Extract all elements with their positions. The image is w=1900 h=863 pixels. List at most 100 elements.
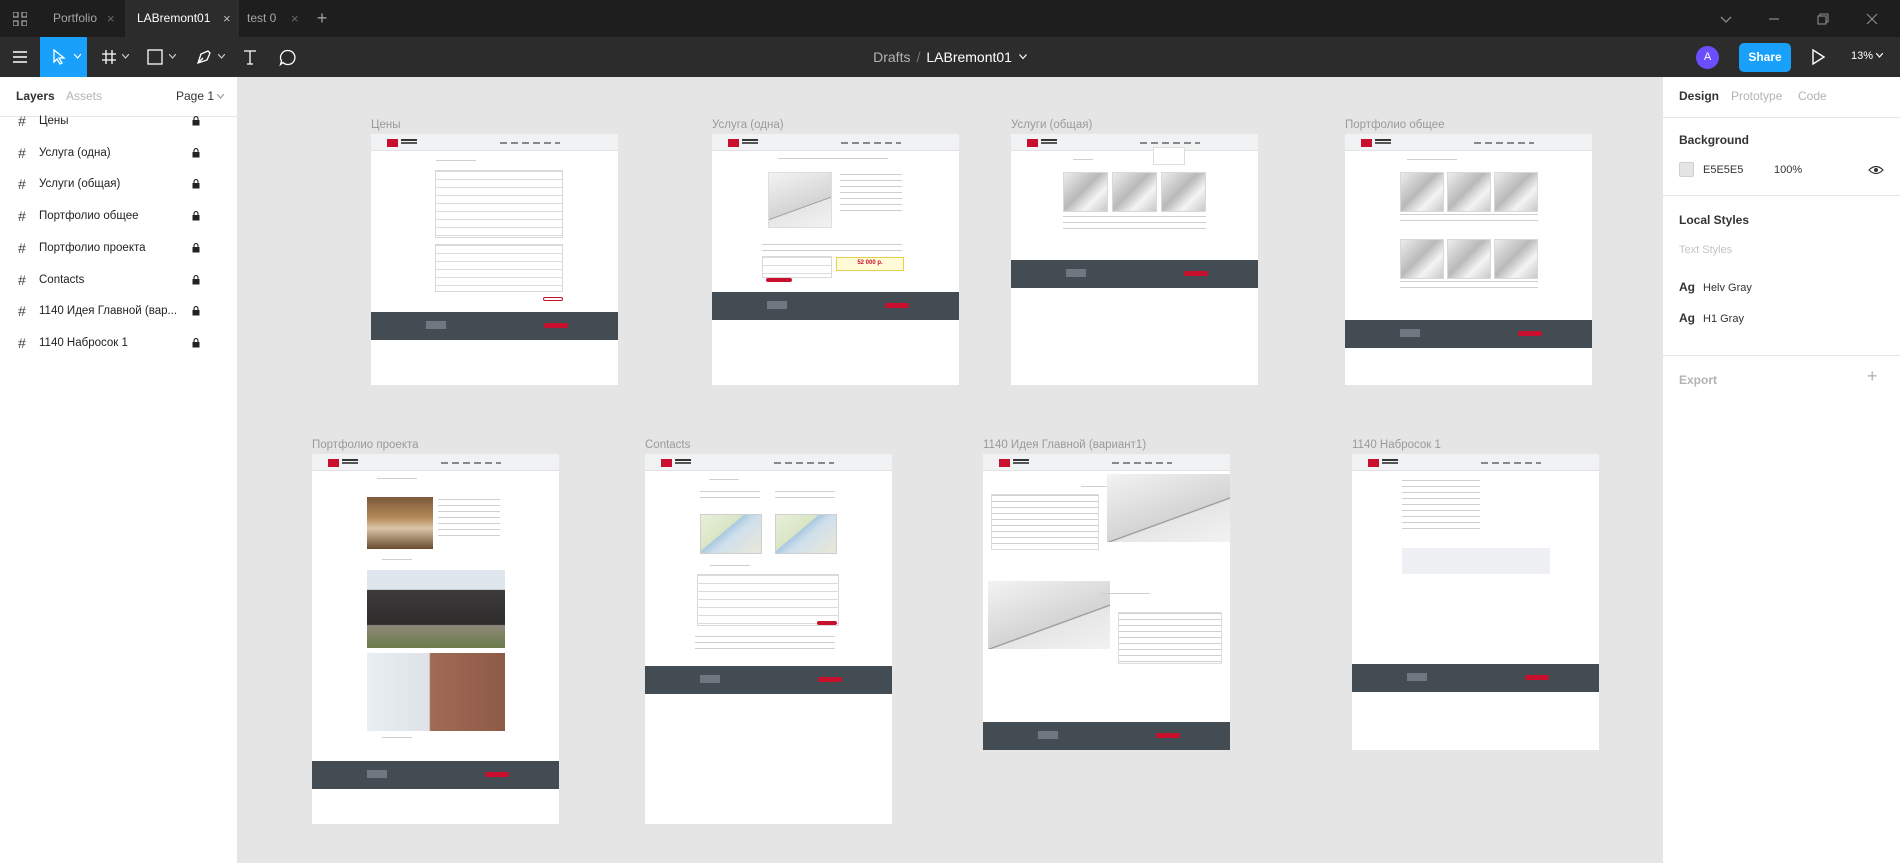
frame-ceny[interactable] [371, 134, 618, 385]
add-export-plus-icon[interactable]: + [1867, 366, 1878, 387]
frame-1140-nabrosok-1[interactable] [1352, 454, 1599, 750]
tab-design[interactable]: Design [1679, 89, 1719, 103]
layer-item[interactable]: # Портфолио проекта [0, 233, 237, 264]
frame-label-portfolio-proekta[interactable]: Портфолио проекта [312, 439, 419, 451]
price-table [435, 244, 563, 292]
lock-icon[interactable] [192, 337, 200, 348]
frame-label-portfolio-obshee[interactable]: Портфолио общее [1345, 119, 1445, 131]
layer-item[interactable]: #1140 Набросок 1 [0, 328, 237, 359]
layer-item[interactable]: # Contacts [0, 265, 237, 296]
site-header [983, 454, 1230, 471]
comment-tool-button[interactable] [275, 37, 301, 77]
lock-icon[interactable] [192, 116, 200, 126]
frame-portfolio-obshee[interactable] [1345, 134, 1592, 385]
chevron-down-icon[interactable] [1018, 54, 1027, 60]
layer-label: Contacts [39, 273, 85, 286]
lock-icon[interactable] [192, 147, 200, 158]
frame-label-usluga-odna[interactable]: Услуга (одна) [712, 119, 784, 131]
lock-icon[interactable] [192, 211, 200, 221]
lock-icon[interactable] [192, 242, 200, 253]
tab-test0[interactable]: test 0 × [235, 0, 307, 37]
page-selector[interactable]: Page 1 [176, 89, 225, 103]
text-style-helv-gray[interactable]: Ag Helv Gray [1679, 280, 1752, 294]
office-address [775, 491, 835, 499]
local-styles-title: Local Styles [1679, 213, 1750, 227]
layer-item[interactable]: # Услуга (одна) [0, 138, 237, 169]
move-tool-button[interactable] [40, 37, 87, 77]
file-name[interactable]: LABremont01 [926, 49, 1012, 65]
eye-visibility-icon[interactable] [1868, 165, 1884, 175]
text-style-name: Helv Gray [1703, 282, 1752, 294]
frame-label-1140-nabrosok[interactable]: 1140 Набросок 1 [1352, 439, 1441, 451]
background-opacity-input[interactable]: 100% [1774, 164, 1802, 176]
layer-item[interactable]: # Портфолио общее [0, 201, 237, 232]
tab-label: LABremont01 [137, 11, 211, 25]
pen-tool-button[interactable] [192, 37, 232, 77]
tab-code[interactable]: Code [1798, 89, 1827, 103]
portfolio-card-image [1494, 172, 1538, 212]
tab-portfolio[interactable]: Portfolio × [41, 0, 125, 37]
service-text [840, 174, 902, 216]
close-icon[interactable]: × [291, 0, 299, 37]
background-color-swatch[interactable] [1679, 162, 1694, 177]
zoom-level[interactable]: 13% [1851, 50, 1884, 62]
share-button[interactable]: Share [1739, 43, 1791, 72]
site-nav [1140, 142, 1200, 144]
restore-icon[interactable] [1813, 9, 1833, 29]
main-menu-button[interactable] [6, 37, 34, 77]
tab-prototype[interactable]: Prototype [1731, 89, 1782, 103]
lock-icon[interactable] [192, 179, 200, 189]
frame-contacts[interactable] [645, 454, 892, 824]
office-address [700, 491, 760, 503]
breadcrumb-drafts[interactable]: Drafts [873, 49, 910, 65]
frame-usluga-odna[interactable]: 52 000 р. [712, 134, 959, 385]
minimize-icon[interactable] [1764, 9, 1784, 29]
text-style-name: H1 Gray [1703, 313, 1744, 325]
close-icon[interactable]: × [223, 0, 231, 37]
layer-item[interactable]: # Услуги (общая) [0, 169, 237, 200]
text-style-h1-gray[interactable]: Ag H1 Gray [1679, 311, 1744, 325]
frame-hash-icon: # [18, 144, 26, 161]
site-footer [1011, 260, 1258, 288]
frame-uslugi-obshaya[interactable] [1011, 134, 1258, 385]
divider [1663, 355, 1900, 356]
frame-hash-icon: # [18, 271, 26, 288]
portfolio-card-image [1400, 239, 1444, 279]
layer-label: Цены [39, 115, 69, 127]
close-icon[interactable]: × [107, 0, 115, 37]
tab-labremont01[interactable]: LABremont01 × [125, 0, 239, 37]
close-window-icon[interactable] [1862, 9, 1882, 29]
frame-1140-ideya-glavnoy[interactable] [983, 454, 1230, 750]
lock-icon[interactable] [192, 274, 200, 285]
service-card-image [1063, 172, 1108, 212]
canvas[interactable]: Цены Услуга (одна) 52 000 р. Услуги (общ… [238, 77, 1662, 863]
app-grid-icon[interactable] [13, 12, 27, 26]
user-avatar[interactable]: A [1696, 46, 1719, 69]
lock-icon[interactable] [192, 306, 200, 316]
frame-label-contacts[interactable]: Contacts [645, 439, 690, 451]
tab-layers[interactable]: Layers [16, 89, 55, 103]
cta-button [543, 297, 563, 301]
frame-portfolio-proekta[interactable] [312, 454, 559, 824]
layer-item[interactable]: #1140 Идея Главной (вар... [0, 296, 237, 327]
frame-label-uslugi-obshaya[interactable]: Услуги (общая) [1011, 119, 1092, 131]
new-tab-plus-icon[interactable]: + [312, 8, 332, 28]
background-section-title: Background [1679, 133, 1750, 147]
tab-assets[interactable]: Assets [66, 89, 102, 103]
frame-hash-icon: # [18, 303, 26, 320]
text-tool-button[interactable] [238, 37, 262, 77]
shape-tool-button[interactable] [142, 37, 182, 77]
page-heading [1073, 159, 1093, 163]
chevron-down-icon[interactable] [1716, 9, 1736, 29]
present-play-icon[interactable] [1810, 48, 1826, 66]
frame-label-ceny[interactable]: Цены [371, 119, 401, 131]
site-logo-text [1382, 459, 1398, 461]
frame-label-1140-ideya[interactable]: 1140 Идея Главной (вариант1) [983, 439, 1146, 451]
frame-tool-button[interactable] [95, 37, 135, 77]
chevron-down-icon [122, 54, 129, 59]
site-header [712, 134, 959, 151]
layer-item[interactable]: # Цены [0, 106, 237, 137]
background-hex-input[interactable]: E5E5E5 [1703, 164, 1743, 176]
site-footer [1345, 320, 1592, 348]
site-nav [1474, 142, 1534, 144]
